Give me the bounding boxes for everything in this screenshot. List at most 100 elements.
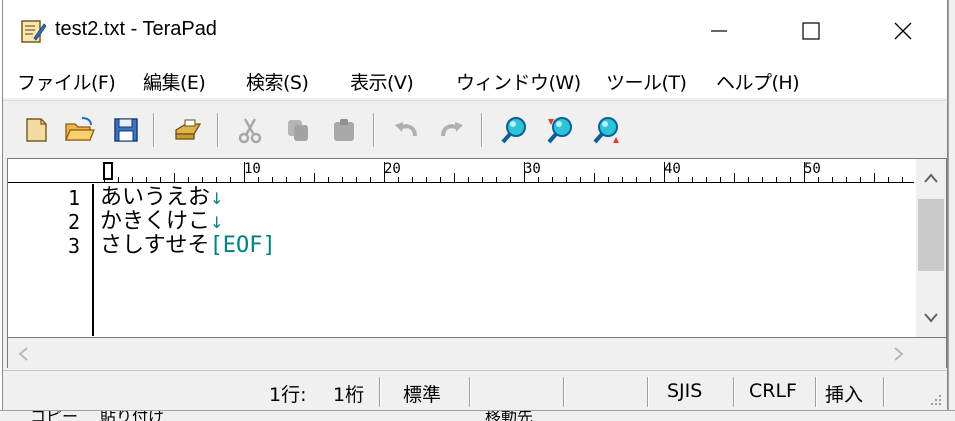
undo-button[interactable] — [389, 113, 423, 147]
menu-edit[interactable]: 編集(E) — [143, 68, 206, 95]
ruler-tick — [454, 173, 455, 182]
line-number: 2 — [67, 210, 80, 234]
new-file-button[interactable] — [19, 113, 53, 147]
line-text: かきくけこ — [100, 209, 211, 234]
menu-view[interactable]: 表示(V) — [350, 68, 414, 95]
maximize-button[interactable] — [765, 0, 857, 62]
menu-help[interactable]: ヘルプ(H) — [716, 68, 800, 95]
ruler-tick — [370, 177, 371, 182]
print-button[interactable] — [171, 113, 205, 147]
save-file-button[interactable] — [109, 113, 143, 147]
ruler-tick — [314, 173, 315, 182]
text-line: さしすせそ[EOF] — [100, 234, 276, 258]
find-next-icon — [547, 117, 572, 144]
ruler-tick — [510, 177, 511, 182]
ruler-tick — [790, 177, 791, 182]
vertical-scroll-thumb[interactable] — [918, 199, 944, 271]
copy-icon — [288, 120, 308, 141]
cut-button[interactable] — [233, 113, 267, 147]
toolbar-separator — [153, 113, 155, 147]
ruler-tick — [608, 177, 609, 182]
text-area[interactable]: あいうえお↓ かきくけこ↓ さしすせそ[EOF] — [100, 184, 914, 336]
line-number: 1 — [67, 186, 80, 210]
menu-file[interactable]: ファイル(F) — [17, 68, 116, 95]
ruler-tick — [258, 177, 259, 182]
eof-marker: [EOF] — [209, 233, 276, 258]
scroll-down-icon[interactable] — [924, 313, 938, 323]
ruler-tick — [552, 177, 553, 182]
ruler-tick — [902, 177, 903, 182]
ruler-tick — [650, 177, 651, 182]
find-previous-icon — [593, 117, 619, 144]
toolbar-separator — [373, 113, 375, 147]
resize-grip-icon[interactable] — [929, 393, 943, 407]
background-window-edge — [948, 0, 955, 421]
ruler-tick — [636, 177, 637, 182]
find-button[interactable] — [497, 113, 531, 147]
redo-icon — [441, 122, 463, 137]
vertical-scrollbar[interactable] — [916, 159, 946, 337]
status-separator — [647, 377, 649, 407]
horizontal-scrollbar[interactable] — [7, 338, 947, 368]
copy-button[interactable] — [281, 113, 315, 147]
ruler-tick — [384, 162, 385, 182]
ruler-label: 40 — [664, 161, 681, 177]
ruler-tick — [160, 177, 161, 182]
ruler-tick — [342, 177, 343, 182]
ruler-label: 20 — [384, 161, 401, 177]
status-separator — [815, 377, 817, 407]
paste-icon — [334, 119, 354, 141]
background-text: コピー — [30, 410, 79, 421]
ruler-tick — [216, 177, 217, 182]
ruler-tick — [678, 177, 679, 182]
editor-pane[interactable]: 0 10 20 30 40 50 1 2 3 あいうえお↓ かきくけこ↓ さしす… — [7, 158, 947, 338]
ruler-tick — [482, 177, 483, 182]
line-text: さしすせそ — [100, 233, 210, 258]
line-text: あいうえお — [100, 185, 211, 210]
toolbar — [3, 100, 947, 158]
ruler-tick — [440, 177, 441, 182]
ruler-tick — [832, 177, 833, 182]
menu-window[interactable]: ウィンドウ(W) — [456, 68, 581, 95]
ruler-tick — [118, 177, 119, 182]
find-next-button[interactable] — [543, 113, 577, 147]
minimize-button[interactable] — [673, 0, 765, 62]
ruler-tick — [132, 177, 133, 182]
ruler-tick — [230, 177, 231, 182]
status-line: 1行: — [269, 384, 307, 406]
newline-marker: ↓ — [210, 213, 224, 232]
menu-search[interactable]: 検索(S) — [246, 68, 309, 95]
status-insert-mode: 挿入 — [825, 384, 864, 406]
scroll-up-icon[interactable] — [924, 173, 938, 183]
title-bar[interactable]: test2.txt - TeraPad — [3, 0, 947, 62]
status-mode: 標準 — [403, 384, 442, 406]
ruler-tick — [594, 173, 595, 182]
paste-button[interactable] — [327, 113, 361, 147]
background-text: 貼り付け — [100, 410, 165, 421]
ruler-tick — [524, 162, 525, 182]
text-line: かきくけこ↓ — [100, 210, 223, 235]
ruler-tick — [734, 173, 735, 182]
newline-marker: ↓ — [210, 189, 224, 208]
scroll-right-icon[interactable] — [894, 347, 904, 361]
ruler-tick — [104, 162, 105, 182]
close-icon — [894, 22, 912, 40]
ruler-tick — [720, 177, 721, 182]
menu-tools[interactable]: ツール(T) — [606, 68, 687, 95]
scroll-left-icon[interactable] — [18, 347, 28, 361]
ruler-label: 10 — [244, 161, 261, 177]
close-button[interactable] — [857, 0, 949, 62]
line-number-gutter: 1 2 3 — [8, 184, 94, 336]
ruler-tick — [762, 177, 763, 182]
ruler-tick — [622, 177, 623, 182]
status-encoding: SJIS — [667, 380, 703, 402]
ruler-label: 30 — [524, 161, 541, 177]
ruler-tick — [412, 177, 413, 182]
find-previous-button[interactable] — [589, 113, 623, 147]
terapad-app-icon — [21, 20, 46, 43]
open-file-button[interactable] — [63, 113, 97, 147]
redo-button[interactable] — [435, 113, 469, 147]
ruler-tick — [874, 173, 875, 182]
magnifier-icon — [501, 117, 526, 144]
ruler-tick — [566, 177, 567, 182]
